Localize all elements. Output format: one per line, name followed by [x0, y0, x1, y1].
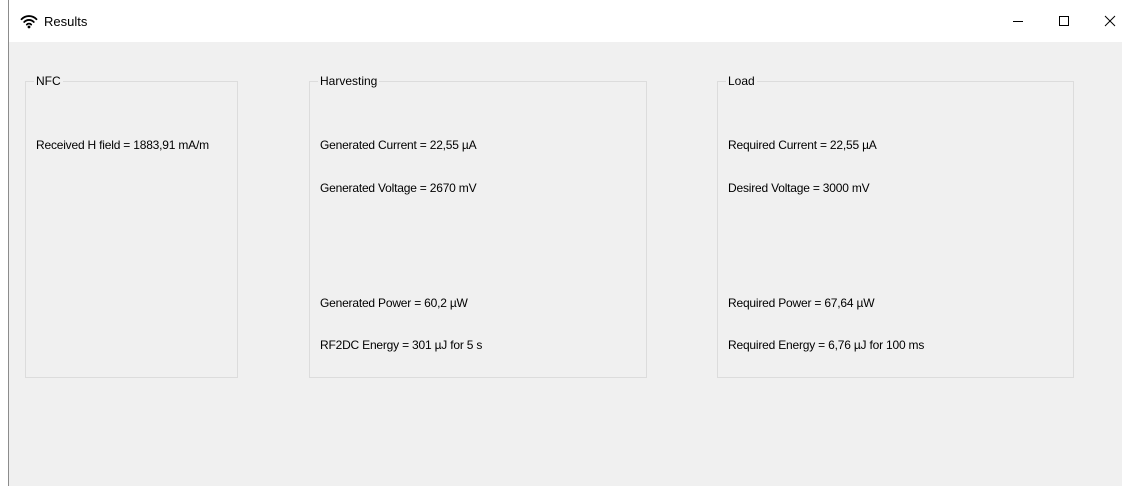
maximize-button[interactable] — [1041, 0, 1087, 42]
required-power-label: Required Power = 67,64 µW — [728, 296, 875, 310]
desired-voltage-label: Desired Voltage = 3000 mV — [728, 181, 870, 195]
harvesting-groupbox: Harvesting Generated Current = 22,55 µA … — [309, 74, 647, 378]
close-button[interactable] — [1087, 0, 1122, 42]
maximize-icon — [1058, 15, 1070, 27]
minimize-icon — [1012, 15, 1024, 27]
minimize-button[interactable] — [995, 0, 1041, 42]
rf2dc-energy-label: RF2DC Energy = 301 µJ for 5 s — [320, 338, 483, 352]
required-energy-label: Required Energy = 6,76 µJ for 100 ms — [728, 338, 925, 352]
received-h-field-label: Received H field = 1883,91 mA/m — [36, 138, 209, 152]
nfc-groupbox: NFC Received H field = 1883,91 mA/m — [25, 74, 238, 378]
nfc-group-title: NFC — [34, 74, 63, 88]
harvesting-group-title: Harvesting — [318, 74, 380, 88]
generated-current-label: Generated Current = 22,55 µA — [320, 138, 477, 152]
title-bar[interactable]: Results — [9, 0, 1122, 42]
load-groupbox: Load Required Current = 22,55 µA Desired… — [717, 74, 1074, 378]
load-group-title: Load — [726, 74, 757, 88]
generated-power-label: Generated Power = 60,2 µW — [320, 296, 468, 310]
close-icon — [1104, 15, 1116, 27]
generated-voltage-label: Generated Voltage = 2670 mV — [320, 181, 477, 195]
results-window: Results NFC Received H field = 1883,91 m… — [8, 0, 1122, 486]
wifi-icon — [20, 13, 38, 29]
window-title: Results — [44, 14, 88, 29]
required-current-label: Required Current = 22,55 µA — [728, 138, 877, 152]
